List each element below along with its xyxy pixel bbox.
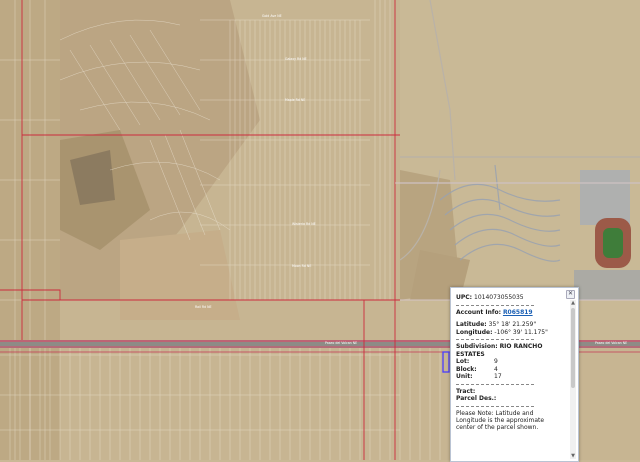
longitude-label: Longitude: xyxy=(456,328,493,336)
street-label: Rail Rd NE xyxy=(195,305,212,309)
subdivision-value-line2: ESTATES xyxy=(456,350,485,358)
scroll-up-icon[interactable]: ▲ xyxy=(570,300,576,306)
block-value: 4 xyxy=(494,365,498,373)
tract-label: Tract: xyxy=(456,387,476,395)
popup-content: UPC: 1014073055035 Account Info: R065819… xyxy=(456,294,564,461)
subdivision-label: Subdivision: xyxy=(456,343,498,350)
street-label: Paseo del Volcan NE xyxy=(595,341,627,345)
street-label: Galaxy Rd NE xyxy=(285,57,307,61)
popup-scrollbar[interactable]: ▲ ▼ xyxy=(570,300,576,459)
account-link[interactable]: R065819 xyxy=(503,309,533,316)
unit-value: 17 xyxy=(494,373,502,380)
unit-row: Unit: 17 xyxy=(456,373,564,381)
parcel-des-label: Parcel Des.: xyxy=(456,395,497,402)
subdivision-value: RIO RANCHO xyxy=(499,343,543,350)
upc-label: UPC: xyxy=(456,294,473,301)
parcel-info-popup: ✕ ▲ ▼ UPC: 1014073055035 Account Info: R… xyxy=(450,287,579,462)
divider xyxy=(456,405,534,407)
divider xyxy=(456,339,534,340)
street-label: Moon Rd NE xyxy=(292,264,311,268)
block-row: Block: 4 xyxy=(456,366,564,374)
latitude-value: 35° 18' 21.259" xyxy=(488,321,537,328)
longitude-value: -106° 39' 11.175" xyxy=(494,328,548,336)
subdivision-row: Subdivision: RIO RANCHO xyxy=(456,343,564,351)
account-label: Account Info: xyxy=(456,308,502,316)
latitude-label: Latitude: xyxy=(456,321,487,328)
street-label: Maple Rd NE xyxy=(285,98,305,102)
close-icon[interactable]: ✕ xyxy=(566,290,575,299)
longitude-row: Longitude: -106° 39' 11.175" xyxy=(456,329,564,337)
lot-value: 9 xyxy=(494,358,498,365)
scroll-down-icon[interactable]: ▼ xyxy=(570,453,576,459)
scrollbar-thumb[interactable] xyxy=(571,308,575,388)
street-label: Wisteria Rd NE xyxy=(292,222,316,226)
unit-label: Unit: xyxy=(456,373,473,380)
divider xyxy=(456,383,534,385)
account-row: Account Info: R065819 xyxy=(456,309,564,317)
upc-value: 1014073055035 xyxy=(474,294,524,301)
divider xyxy=(456,304,534,306)
latitude-row: Latitude: 35° 18' 21.259" xyxy=(456,321,564,329)
lot-label: Lot: xyxy=(456,358,470,365)
lat-long-note: Please Note: Latitude and Longitude is t… xyxy=(456,409,545,431)
street-label: Gold Ave NE xyxy=(262,14,282,18)
upc-row: UPC: 1014073055035 xyxy=(456,294,564,302)
block-label: Block: xyxy=(456,365,477,373)
street-label: Paseo del Volcan NE xyxy=(325,341,357,345)
lot-row: Lot: 9 xyxy=(456,358,564,366)
